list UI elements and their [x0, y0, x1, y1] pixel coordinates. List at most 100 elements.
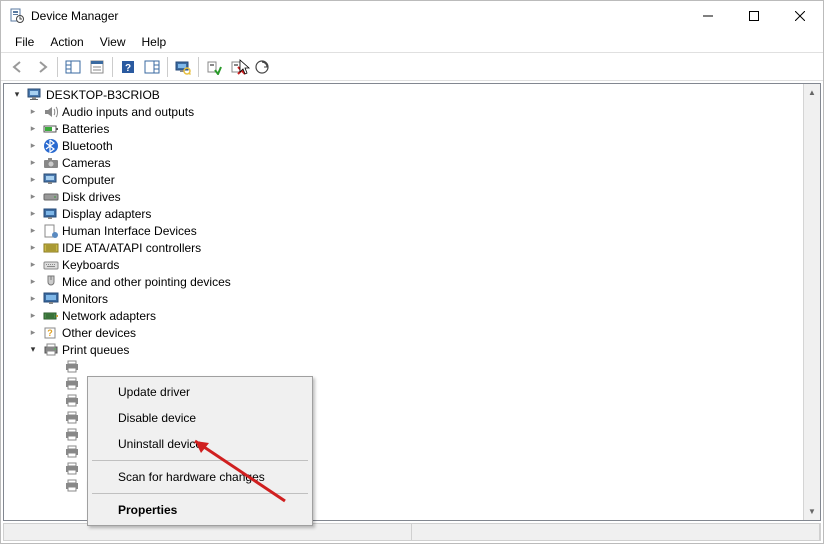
tree-node-hid[interactable]: ▸ Human Interface Devices	[6, 222, 820, 239]
display-adapter-icon	[43, 206, 59, 222]
expander-icon[interactable]: ▸	[26, 326, 40, 340]
status-cell	[412, 524, 820, 540]
expander-icon[interactable]: ▸	[26, 292, 40, 306]
printer-icon	[64, 444, 80, 460]
expander-icon[interactable]: ▾	[26, 343, 40, 357]
tree-node-label: Computer	[62, 173, 115, 187]
bluetooth-icon	[43, 138, 59, 154]
tree-node-display[interactable]: ▸ Display adapters	[6, 205, 820, 222]
tree-node-label: Human Interface Devices	[62, 224, 197, 238]
vertical-scrollbar[interactable]: ▲ ▼	[803, 84, 820, 520]
expander-icon[interactable]: ▸	[26, 309, 40, 323]
context-menu: Update driver Disable device Uninstall d…	[87, 376, 313, 526]
monitor-icon	[43, 291, 59, 307]
expander-icon[interactable]: ▸	[26, 173, 40, 187]
expander-icon[interactable]: ▸	[26, 207, 40, 221]
tree-node-print-queues[interactable]: ▾ Print queues	[6, 341, 820, 358]
tree-node-label: Network adapters	[62, 309, 156, 323]
action-pane-button[interactable]	[141, 56, 163, 78]
maximize-button[interactable]	[731, 1, 777, 31]
forward-button[interactable]	[31, 56, 53, 78]
show-hide-tree-button[interactable]	[62, 56, 84, 78]
minimize-button[interactable]	[685, 1, 731, 31]
close-button[interactable]	[777, 1, 823, 31]
tree-node-computer[interactable]: ▸ Computer	[6, 171, 820, 188]
mouse-icon	[43, 274, 59, 290]
help-button[interactable]: ?	[117, 56, 139, 78]
scroll-up-icon[interactable]: ▲	[804, 84, 820, 101]
context-menu-scan-hardware[interactable]: Scan for hardware changes	[90, 464, 310, 490]
uninstall-device-button[interactable]	[227, 56, 249, 78]
expander-icon[interactable]: ▸	[26, 275, 40, 289]
context-menu-disable-device[interactable]: Disable device	[90, 405, 310, 431]
ide-controller-icon	[43, 240, 59, 256]
expander-icon[interactable]: ▸	[26, 122, 40, 136]
printer-icon	[64, 376, 80, 392]
camera-icon	[43, 155, 59, 171]
enable-device-button[interactable]	[203, 56, 225, 78]
expander-icon[interactable]: ▾	[10, 88, 24, 102]
tree-node-bluetooth[interactable]: ▸Bluetooth	[6, 137, 820, 154]
tree-node-label: IDE ATA/ATAPI controllers	[62, 241, 201, 255]
expander-icon[interactable]: ▸	[26, 105, 40, 119]
toolbar-separator	[57, 57, 58, 77]
menu-action[interactable]: Action	[42, 33, 91, 51]
speaker-icon	[43, 104, 59, 120]
printer-icon	[64, 478, 80, 494]
properties-button[interactable]	[86, 56, 108, 78]
expander-icon[interactable]: ▸	[26, 190, 40, 204]
expander-icon[interactable]: ▸	[26, 224, 40, 238]
printer-icon	[64, 359, 80, 375]
battery-icon	[43, 121, 59, 137]
scan-hardware-button[interactable]	[172, 56, 194, 78]
context-menu-separator	[92, 460, 308, 461]
tree-node-disk[interactable]: ▸ Disk drives	[6, 188, 820, 205]
toolbar: ?	[1, 53, 823, 81]
printer-icon	[64, 410, 80, 426]
tree-node-label: Keyboards	[62, 258, 119, 272]
tree-node-audio[interactable]: ▸ Audio inputs and outputs	[6, 103, 820, 120]
status-cell	[4, 524, 412, 540]
tree-node-label: Display adapters	[62, 207, 151, 221]
context-menu-update-driver[interactable]: Update driver	[90, 379, 310, 405]
tree-node-other[interactable]: ▸?Other devices	[6, 324, 820, 341]
expander-icon[interactable]: ▸	[26, 156, 40, 170]
expander-icon[interactable]: ▸	[26, 139, 40, 153]
tree-node-label: Other devices	[62, 326, 136, 340]
tree-root-node[interactable]: ▾ DESKTOP-B3CRIOB	[6, 86, 820, 103]
printer-icon	[64, 393, 80, 409]
tree-node-network[interactable]: ▸ Network adapters	[6, 307, 820, 324]
tree-node-cameras[interactable]: ▸Cameras	[6, 154, 820, 171]
update-driver-button[interactable]	[251, 56, 273, 78]
other-devices-icon: ?	[43, 325, 59, 341]
tree-node-ide[interactable]: ▸ IDE ATA/ATAPI controllers	[6, 239, 820, 256]
printer-icon	[64, 427, 80, 443]
tree-node-keyboards[interactable]: ▸ Keyboards	[6, 256, 820, 273]
app-icon	[9, 8, 25, 24]
tree-node-label: Print queues	[62, 343, 129, 357]
tree-leaf-print-item[interactable]	[6, 358, 820, 375]
tree-root-label: DESKTOP-B3CRIOB	[46, 88, 160, 102]
tree-node-label: Disk drives	[62, 190, 121, 204]
expander-icon[interactable]: ▸	[26, 258, 40, 272]
computer-icon	[43, 172, 59, 188]
network-adapter-icon	[43, 308, 59, 324]
printer-icon	[43, 342, 59, 358]
scroll-down-icon[interactable]: ▼	[804, 503, 820, 520]
menu-file[interactable]: File	[7, 33, 42, 51]
menu-help[interactable]: Help	[134, 33, 175, 51]
tree-node-mice[interactable]: ▸Mice and other pointing devices	[6, 273, 820, 290]
back-button[interactable]	[7, 56, 29, 78]
keyboard-icon	[43, 257, 59, 273]
hid-icon	[43, 223, 59, 239]
tree-node-label: Monitors	[62, 292, 108, 306]
tree-node-label: Audio inputs and outputs	[62, 105, 194, 119]
disk-icon	[43, 189, 59, 205]
tree-node-monitors[interactable]: ▸ Monitors	[6, 290, 820, 307]
menu-view[interactable]: View	[92, 33, 134, 51]
toolbar-separator	[198, 57, 199, 77]
expander-icon[interactable]: ▸	[26, 241, 40, 255]
tree-node-batteries[interactable]: ▸Batteries	[6, 120, 820, 137]
context-menu-properties[interactable]: Properties	[90, 497, 310, 523]
context-menu-uninstall-device[interactable]: Uninstall device	[90, 431, 310, 457]
